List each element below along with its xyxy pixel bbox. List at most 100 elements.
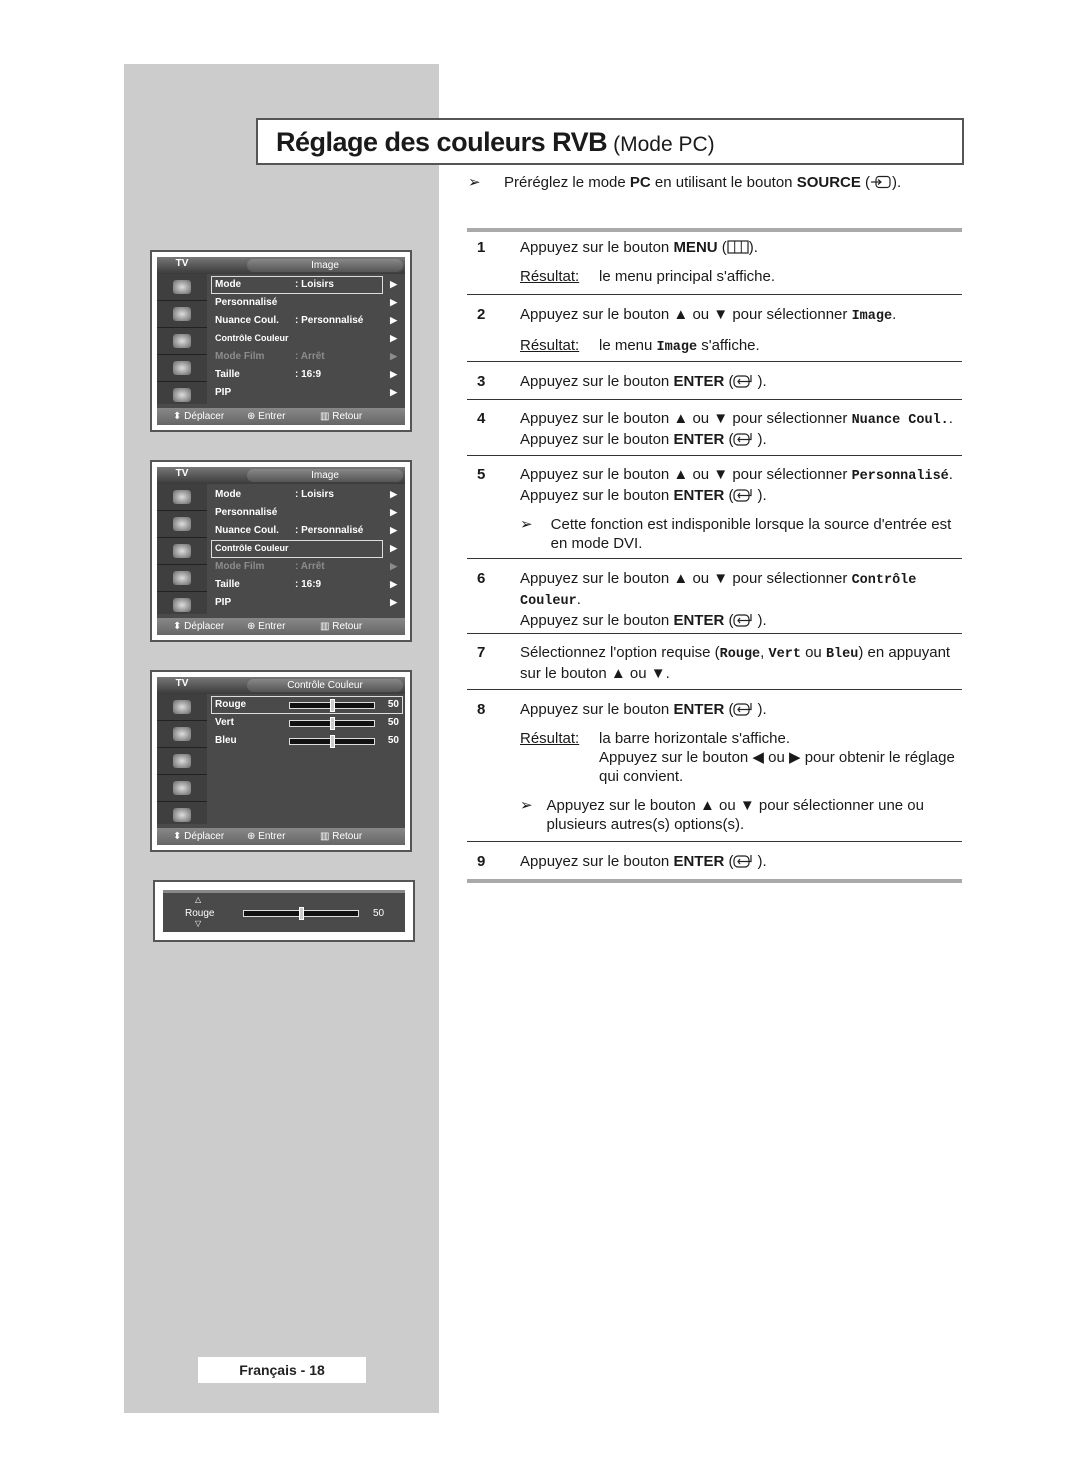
bar-slider[interactable] <box>243 907 359 920</box>
footer-enter: ⊕ Entrer <box>247 828 285 845</box>
osd-side-icon-2[interactable] <box>157 301 207 328</box>
osd-menu-item[interactable]: Mode Film: Arrêt ▶ <box>213 348 401 366</box>
footer-move-label: Déplacer <box>184 411 225 422</box>
menu-item-label: Taille <box>215 369 240 380</box>
enter-icon <box>733 489 753 502</box>
sound-icon <box>173 754 191 768</box>
osd-menu-item[interactable]: PIP ▶ <box>213 384 401 402</box>
osd-header: TV Image <box>157 467 405 484</box>
osd-menu-item[interactable]: Contrôle Couleur ▶ <box>213 330 401 348</box>
osd-side-icon-4[interactable] <box>157 355 207 382</box>
bar-slider-knob[interactable] <box>299 907 304 920</box>
enter-icon <box>733 375 753 388</box>
osd-color-item[interactable]: Vert 50 <box>213 714 401 732</box>
osd-menu-item[interactable]: Nuance Coul.: Personnalisé ▶ <box>213 522 401 540</box>
menu-icon <box>727 240 749 254</box>
menu-item-value: : Loisirs <box>295 279 334 290</box>
text: ( <box>724 431 734 448</box>
text: Appuyez sur le bouton <box>520 701 674 718</box>
osd-side-icon-5[interactable] <box>157 382 207 409</box>
menu-item-label: Contrôle Couleur <box>215 333 289 343</box>
text: Appuyez sur le bouton <box>520 431 674 448</box>
page-title: Réglage des couleurs RVB (Mode PC) <box>276 127 715 158</box>
chevron-right-icon: ▶ <box>390 543 397 553</box>
osd-menu-item[interactable]: Mode: Loisirs ▶ <box>213 486 401 504</box>
color-slider-knob[interactable] <box>330 717 335 730</box>
osd-menu-item[interactable]: Personnalisé ▶ <box>213 294 401 312</box>
footer-enter: ⊕ Entrer <box>247 408 285 425</box>
osd-menu-item[interactable]: Mode: Loisirs ▶ <box>211 276 401 294</box>
chevron-right-icon: ▶ <box>390 333 397 343</box>
osd-color-item[interactable]: Bleu 50 <box>213 732 401 750</box>
step-instruction: Appuyez sur le bouton ▲ ou ▼ pour sélect… <box>520 570 917 609</box>
step-instruction: Appuyez sur le bouton ▲ ou ▼ pour sélect… <box>520 306 897 324</box>
menu-item-value: : Personnalisé <box>295 525 364 536</box>
menu-item-value: : Arrêt <box>295 351 325 362</box>
divider <box>467 228 962 232</box>
step-number: 2 <box>477 306 486 323</box>
menu-item-label: Nuance Coul. <box>215 315 279 326</box>
osd-side-icon-3[interactable] <box>157 328 207 355</box>
osd-side-icon-1[interactable] <box>157 484 207 511</box>
osd-menu-item[interactable]: Contrôle Couleur ▶ <box>211 540 401 558</box>
osd-menu-item[interactable]: PIP ▶ <box>213 594 401 612</box>
text: ). <box>757 853 767 870</box>
kw-enter: ENTER <box>673 853 725 870</box>
osd-side-icon-3[interactable] <box>157 748 207 775</box>
osd-side-icon-2[interactable] <box>157 511 207 538</box>
step-number: 7 <box>477 644 486 661</box>
osd-menu-item[interactable]: Personnalisé ▶ <box>213 504 401 522</box>
osd-side-icon-4[interactable] <box>157 775 207 802</box>
osd-menu-item[interactable]: Taille: 16:9 ▶ <box>213 366 401 384</box>
footer-back-label: Retour <box>332 831 363 842</box>
osd-menu-item[interactable]: Mode Film: Arrêt ▶ <box>213 558 401 576</box>
color-slider[interactable] <box>289 717 375 730</box>
footer-enter: ⊕ Entrer <box>247 618 285 635</box>
chevron-right-icon: ▶ <box>390 525 397 535</box>
down-arrow-icon: ▽ <box>195 919 202 928</box>
note-text: Cette fonction est indisponible lorsque … <box>550 516 952 552</box>
text: ). <box>757 612 767 629</box>
osd-color-item[interactable]: Rouge 50 <box>211 696 403 714</box>
osd-side-icon-1[interactable] <box>157 694 207 721</box>
result-label: Résultat: <box>520 268 580 285</box>
footer-enter-label: Entrer <box>258 411 286 422</box>
text: Appuyez sur le bouton <box>520 853 674 870</box>
sound-icon <box>173 334 191 348</box>
text: s'affiche. <box>697 337 760 354</box>
input-icon <box>173 700 191 714</box>
result-text: la barre horizontale s'affiche. Appuyez s… <box>599 729 962 786</box>
osd-side-icon-2[interactable] <box>157 721 207 748</box>
page-footer: Français - 18 <box>198 1357 366 1383</box>
step-instruction-enter: Appuyez sur le bouton ENTER (). <box>520 430 962 449</box>
divider <box>467 841 962 842</box>
color-slider[interactable] <box>289 699 375 712</box>
osd-menu-item[interactable]: Nuance Coul.: Personnalisé ▶ <box>213 312 401 330</box>
osd-tv-label: TV <box>175 258 189 269</box>
color-slider-knob[interactable] <box>330 735 335 748</box>
kw-enter: ENTER <box>673 701 725 718</box>
chevron-right-icon: ▶ <box>390 297 397 307</box>
text: ). <box>757 701 767 718</box>
footer-move-label: Déplacer <box>184 831 225 842</box>
kw-nuance: Nuance Coul. <box>851 413 949 428</box>
text: ( <box>724 853 734 870</box>
text: le menu <box>599 337 657 354</box>
osd-side-icon-3[interactable] <box>157 538 207 565</box>
text: ). <box>757 487 767 504</box>
osd-side-icon-1[interactable] <box>157 274 207 301</box>
osd-side-icon-5[interactable] <box>157 592 207 619</box>
color-slider-knob[interactable] <box>330 699 335 712</box>
color-slider[interactable] <box>289 735 375 748</box>
osd-menu-item[interactable]: Taille: 16:9 ▶ <box>213 576 401 594</box>
kw-menu: MENU <box>673 239 718 256</box>
note-arrow-icon: ➢ <box>520 516 533 533</box>
osd-menu-list: Mode: Loisirs ▶ Personnalisé ▶ Nuance Coul.:… <box>211 276 401 402</box>
note-arrow-icon: ➢ <box>520 797 533 814</box>
osd-side-icon-5[interactable] <box>157 802 207 829</box>
osd-menu-list: Rouge 50 Vert 50 Bleu 50 <box>211 696 403 750</box>
preset-text: Préréglez le mode <box>504 174 630 191</box>
footer-move-label: Déplacer <box>184 621 225 632</box>
paren: ( <box>860 174 871 191</box>
osd-side-icon-4[interactable] <box>157 565 207 592</box>
